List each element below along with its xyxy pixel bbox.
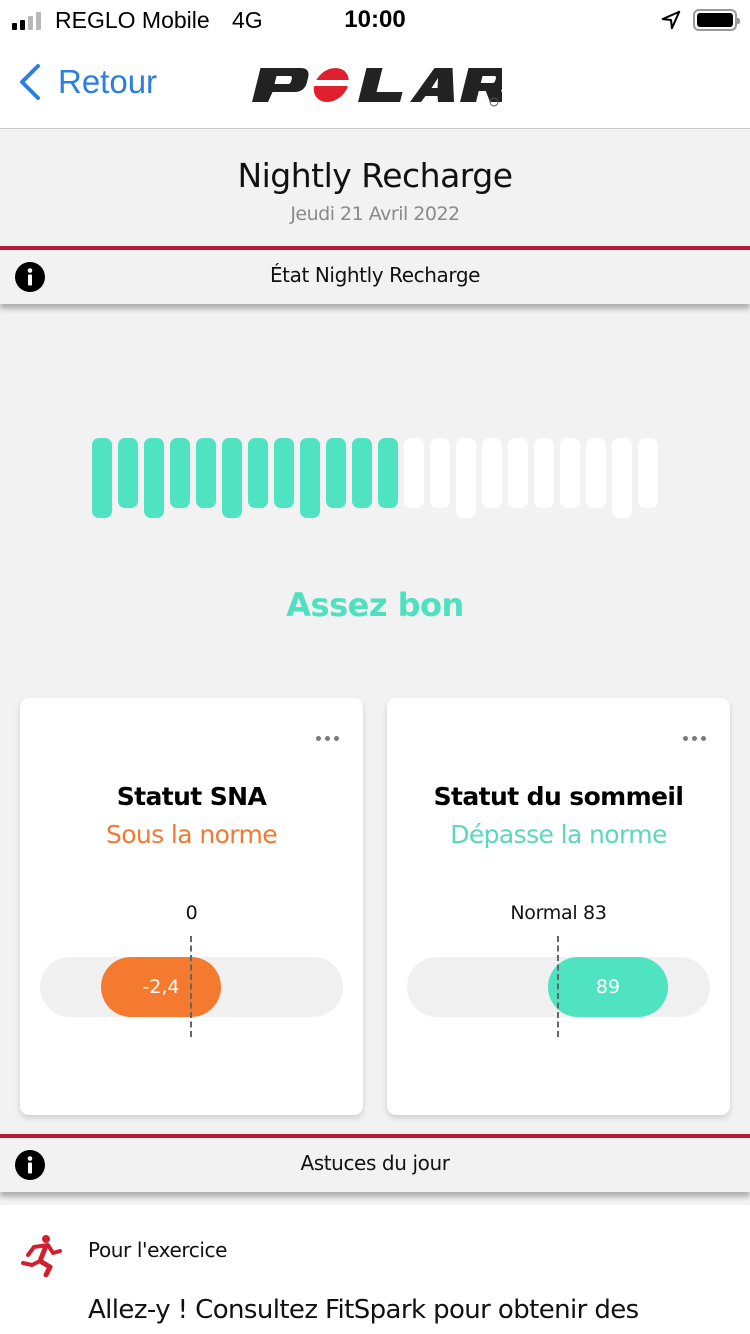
- recharge-segment-filled: [378, 438, 398, 508]
- recharge-segment-empty: [404, 438, 424, 508]
- clock: 10:00: [344, 6, 406, 33]
- value-pill: -2,4: [101, 957, 221, 1017]
- dot: [692, 736, 697, 741]
- card-title: Statut du sommeil: [433, 782, 684, 811]
- more-options-button[interactable]: [681, 734, 708, 743]
- reference-label: 0: [185, 902, 198, 924]
- card-status: Dépasse la norme: [450, 820, 667, 849]
- dot: [316, 736, 321, 741]
- recharge-segment-empty: [638, 438, 658, 508]
- status-bar: REGLO Mobile 4G 10:00: [0, 0, 750, 40]
- recharge-segment-empty: [612, 438, 632, 518]
- tip-item[interactable]: Pour l'exercice Allez-y ! Consultez FitS…: [0, 1205, 750, 1334]
- dot: [701, 736, 706, 741]
- recharge-segment-empty: [534, 438, 554, 508]
- recharge-segment-empty: [586, 438, 606, 508]
- section-header-status: État Nightly Recharge: [0, 246, 750, 304]
- card-status: Sous la norme: [105, 820, 278, 849]
- recharge-segments: [92, 438, 662, 520]
- recharge-segment-filled: [326, 438, 346, 508]
- polar-logo: [252, 68, 502, 107]
- recharge-segment-filled: [222, 438, 242, 518]
- recharge-segment-empty: [508, 438, 528, 508]
- page-title: Nightly Recharge: [237, 156, 513, 195]
- recharge-segment-filled: [170, 438, 190, 508]
- section-title: Astuces du jour: [300, 1151, 450, 1175]
- section-title: État Nightly Recharge: [269, 263, 481, 287]
- back-button[interactable]: Retour: [16, 62, 157, 102]
- tip-category: Pour l'exercice: [88, 1238, 228, 1262]
- running-person-icon: [21, 1235, 62, 1277]
- card-title: Statut SNA: [116, 782, 267, 811]
- recharge-segment-empty: [456, 438, 476, 518]
- sleep-status-card[interactable]: Statut du sommeil Dépasse la norme Norma…: [387, 698, 730, 1115]
- location-arrow-icon: [661, 10, 681, 30]
- chevron-left-icon: [20, 64, 40, 100]
- dot: [683, 736, 688, 741]
- reference-label: Normal 83: [510, 902, 607, 924]
- recharge-segment-filled: [196, 438, 216, 508]
- recharge-segment-empty: [560, 438, 580, 508]
- dot: [334, 736, 339, 741]
- recharge-segment-filled: [274, 438, 294, 508]
- recharge-quality-label: Assez bon: [286, 586, 464, 624]
- battery-icon: [693, 9, 740, 31]
- more-options-button[interactable]: [314, 734, 341, 743]
- page-date: Jeudi 21 Avril 2022: [290, 203, 460, 225]
- recharge-segment-filled: [92, 438, 112, 518]
- recharge-segment-filled: [248, 438, 268, 508]
- page-header: Nightly Recharge Jeudi 21 Avril 2022: [0, 130, 750, 248]
- recharge-segment-filled: [144, 438, 164, 518]
- recharge-segment-filled: [118, 438, 138, 508]
- value-pill: 89: [548, 957, 668, 1017]
- back-label: Retour: [58, 63, 158, 100]
- recharge-segment-filled: [352, 438, 372, 508]
- dot: [325, 736, 330, 741]
- ans-status-card[interactable]: Statut SNA Sous la norme 0 -2,4: [20, 698, 363, 1115]
- reference-line: [557, 936, 559, 1037]
- section-header-tips: Astuces du jour: [0, 1134, 750, 1192]
- recharge-segment-empty: [482, 438, 502, 508]
- tip-text: Allez-y ! Consultez FitSpark pour obteni…: [88, 1295, 639, 1325]
- recharge-segment-empty: [430, 438, 450, 508]
- reference-line: [190, 936, 192, 1037]
- recharge-segment-filled: [300, 438, 320, 518]
- nav-bar: Retour: [0, 40, 750, 129]
